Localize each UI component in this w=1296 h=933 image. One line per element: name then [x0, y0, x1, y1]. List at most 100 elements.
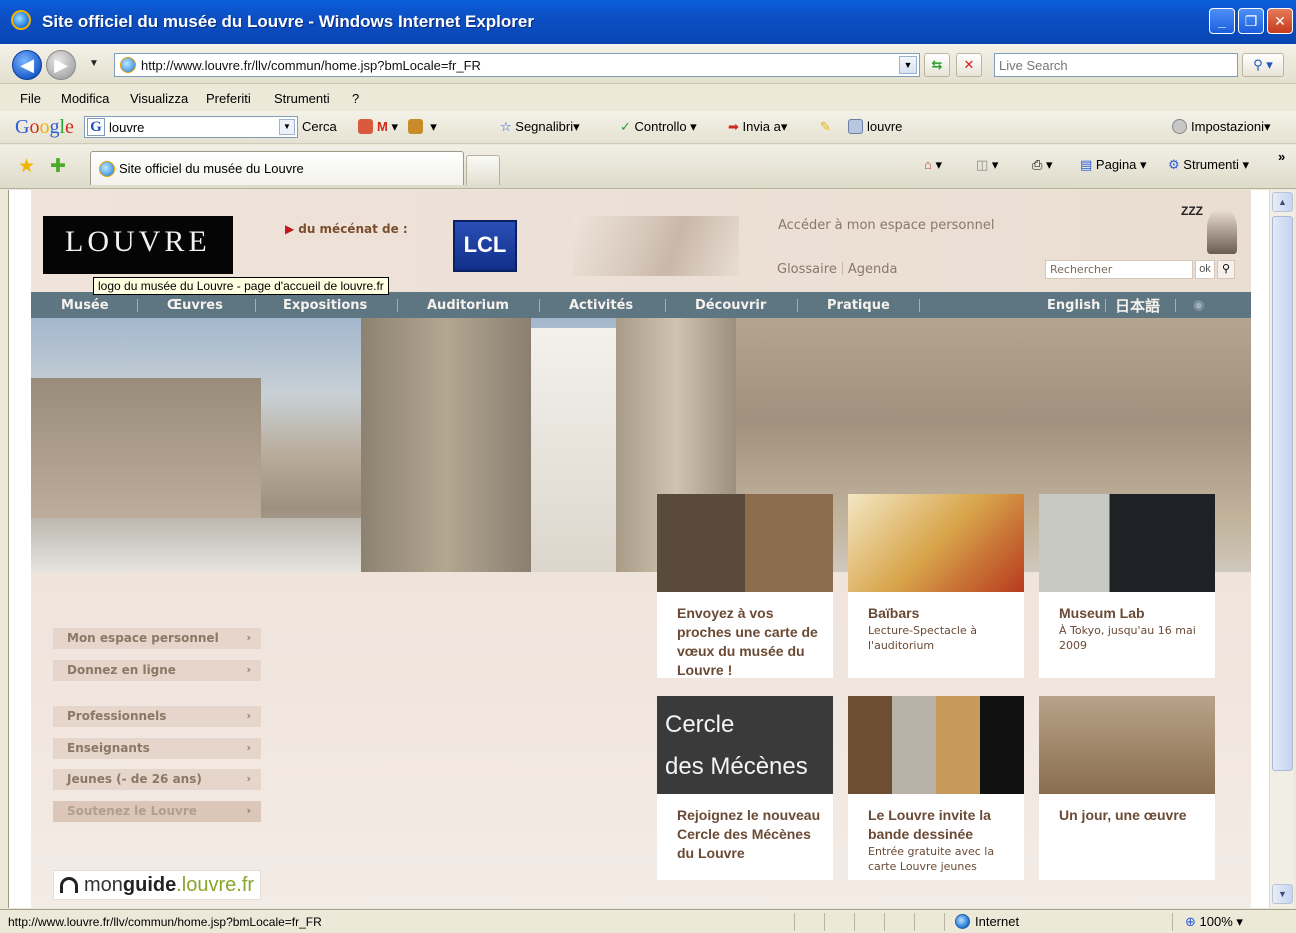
history-dropdown-icon[interactable]: ▼: [89, 58, 99, 69]
close-button[interactable]: ✕: [1267, 8, 1293, 34]
espace-personnel-link[interactable]: Accéder à mon espace personnel: [778, 218, 994, 233]
address-text[interactable]: http://www.louvre.fr/llv/commun/home.jsp…: [141, 58, 481, 73]
menu-modifica[interactable]: Modifica: [61, 91, 109, 106]
nav-divider: [665, 299, 666, 312]
triangle-icon: ▶: [285, 222, 295, 236]
zoom-control[interactable]: ⊕ 100% ▾: [1185, 914, 1243, 930]
lang-english[interactable]: English: [1047, 298, 1100, 313]
menu-strumenti[interactable]: Strumenti: [274, 91, 330, 106]
card-cercle-mecenes[interactable]: Cercle des Mécènes Rejoignez le nouveau C…: [657, 696, 833, 880]
card-subtitle: À Tokyo, jusqu'au 16 mai 2009: [1059, 624, 1196, 652]
stop-button[interactable]: ✕: [956, 53, 982, 77]
card-title: Un jour, une œuvre: [1059, 807, 1187, 823]
card-carte-voeux[interactable]: Envoyez à vos proches une carte de vœux …: [657, 494, 833, 678]
menu-preferiti[interactable]: Preferiti: [206, 91, 251, 106]
accessibility-eye-icon[interactable]: ◉: [1193, 298, 1204, 313]
tab-louvre[interactable]: Site officiel du musée du Louvre: [90, 151, 464, 185]
magnifier-icon[interactable]: ⚲: [1217, 260, 1235, 279]
lcl-logo[interactable]: LCL: [453, 220, 517, 272]
google-logo: Google: [15, 116, 74, 138]
search-term-button[interactable]: louvre: [848, 119, 902, 134]
impostazioni-button[interactable]: Impostazioni▾: [1172, 119, 1271, 135]
minimize-button[interactable]: _: [1209, 8, 1235, 34]
louvre-logo[interactable]: LOUVRE: [43, 216, 233, 274]
highlight-icon[interactable]: ✎: [820, 119, 831, 135]
google-search-field[interactable]: G louvre ▼: [84, 116, 298, 138]
sidebar-mon-espace[interactable]: Mon espace personnel ›: [53, 628, 261, 649]
menu-help[interactable]: ?: [352, 91, 359, 106]
send-icon: ➡: [728, 119, 739, 134]
invia-button[interactable]: ➡ Invia a▾: [728, 119, 787, 135]
print-button[interactable]: ⎙ ▾: [1032, 157, 1053, 173]
sidebar-label: Enseignants: [67, 741, 150, 755]
live-search-box[interactable]: [994, 53, 1238, 77]
search-ok-button[interactable]: ok: [1195, 260, 1215, 279]
forward-button[interactable]: ▶: [46, 50, 76, 80]
chevron-right-icon: ›: [246, 709, 251, 722]
card-baibars[interactable]: Baïbars Lecture-Spectacle à l'auditorium: [848, 494, 1024, 678]
site-search-input[interactable]: Rechercher: [1045, 260, 1193, 279]
monguide-banner[interactable]: monguide.louvre.fr: [53, 870, 261, 900]
sidebar-label: Donnez en ligne: [67, 663, 176, 677]
vertical-scrollbar[interactable]: ▲ ▼: [1269, 190, 1294, 908]
google-g-icon[interactable]: G: [87, 118, 105, 136]
nav-activites[interactable]: Activités: [569, 298, 633, 313]
agenda-link[interactable]: Agenda: [848, 262, 898, 277]
google-query[interactable]: louvre: [109, 120, 144, 135]
google-toolbar: Google G louvre ▼ Cerca M ▾ ▾ ☆ Segnalib…: [0, 111, 1296, 144]
scroll-up-icon[interactable]: ▲: [1272, 192, 1293, 212]
nav-oeuvres[interactable]: Œuvres: [167, 298, 223, 313]
sleeping-character-icon[interactable]: [1207, 210, 1237, 254]
nav-musee[interactable]: Musée: [61, 298, 109, 313]
strumenti-menu[interactable]: ⚙ Strumenti ▾: [1168, 157, 1249, 173]
sidebar-enseignants[interactable]: Enseignants ›: [53, 738, 261, 759]
chevron-right-icon: ›: [246, 741, 251, 754]
toolbar-overflow-button[interactable]: »: [1278, 149, 1285, 164]
security-zone[interactable]: Internet: [955, 914, 1019, 929]
menu-file[interactable]: File: [20, 91, 41, 106]
address-field[interactable]: http://www.louvre.fr/llv/commun/home.jsp…: [114, 53, 920, 77]
refresh-button[interactable]: ⇆: [924, 53, 950, 77]
sidebar-label: Professionnels: [67, 709, 167, 723]
sidebar-jeunes[interactable]: Jeunes (- de 26 ans) ›: [53, 769, 261, 790]
card-un-jour[interactable]: Un jour, une œuvre: [1039, 696, 1215, 880]
card-museum-lab[interactable]: Museum Lab À Tokyo, jusqu'au 16 mai 2009: [1039, 494, 1215, 678]
card-subtitle: Lecture-Spectacle à l'auditorium: [868, 624, 977, 652]
pagina-menu[interactable]: ▤ Pagina ▾: [1080, 157, 1147, 173]
cerca-button[interactable]: Cerca: [302, 119, 337, 134]
controllo-button[interactable]: ✓ Controllo ▾: [620, 119, 697, 135]
scroll-thumb[interactable]: [1272, 216, 1293, 771]
address-dropdown-icon[interactable]: ▼: [899, 56, 917, 74]
scroll-down-icon[interactable]: ▼: [1272, 884, 1293, 904]
sidebar-professionnels[interactable]: Professionnels ›: [53, 706, 261, 727]
toolbar-icons[interactable]: M ▾ ▾: [358, 119, 437, 135]
card-bande-dessinee[interactable]: Le Louvre invite la bande dessinée Entré…: [848, 696, 1024, 880]
nav-expositions[interactable]: Expositions: [283, 298, 367, 313]
bookmarks-star-icon[interactable]: [407, 119, 423, 134]
card-image-museum-lab: [1039, 494, 1215, 592]
header-links: Glossaire Agenda: [777, 262, 897, 277]
nav-pratique[interactable]: Pratique: [827, 298, 890, 313]
home-button[interactable]: ⌂ ▾: [924, 157, 942, 173]
new-tab-button[interactable]: [466, 155, 500, 185]
search-icon[interactable]: ⚲ ▾: [1242, 53, 1284, 77]
add-favorites-icon[interactable]: ✚: [50, 155, 66, 178]
live-search-input[interactable]: [995, 54, 1237, 76]
google-dropdown-icon[interactable]: ▼: [279, 119, 295, 135]
glossaire-link[interactable]: Glossaire: [777, 262, 837, 277]
chevron-right-icon: ›: [246, 631, 251, 644]
popup-icon[interactable]: [358, 119, 373, 134]
segnalibri-button[interactable]: ☆ Segnalibri▾: [500, 119, 580, 135]
feeds-button[interactable]: ◫ ▾: [976, 157, 998, 173]
gmail-icon[interactable]: M: [377, 119, 388, 134]
sidebar-donnez[interactable]: Donnez en ligne ›: [53, 660, 261, 681]
nav-decouvrir[interactable]: Découvrir: [695, 298, 766, 313]
menu-visualizza[interactable]: Visualizza: [130, 91, 188, 106]
nav-auditorium[interactable]: Auditorium: [427, 298, 509, 313]
status-divider: [944, 913, 945, 931]
sidebar-soutenez[interactable]: Soutenez le Louvre ›: [53, 801, 261, 822]
maximize-button[interactable]: ❐: [1238, 8, 1264, 34]
favorites-star-icon[interactable]: ★: [18, 155, 35, 178]
lang-japanese[interactable]: 日本語: [1115, 295, 1160, 316]
back-button[interactable]: ◀: [12, 50, 42, 80]
